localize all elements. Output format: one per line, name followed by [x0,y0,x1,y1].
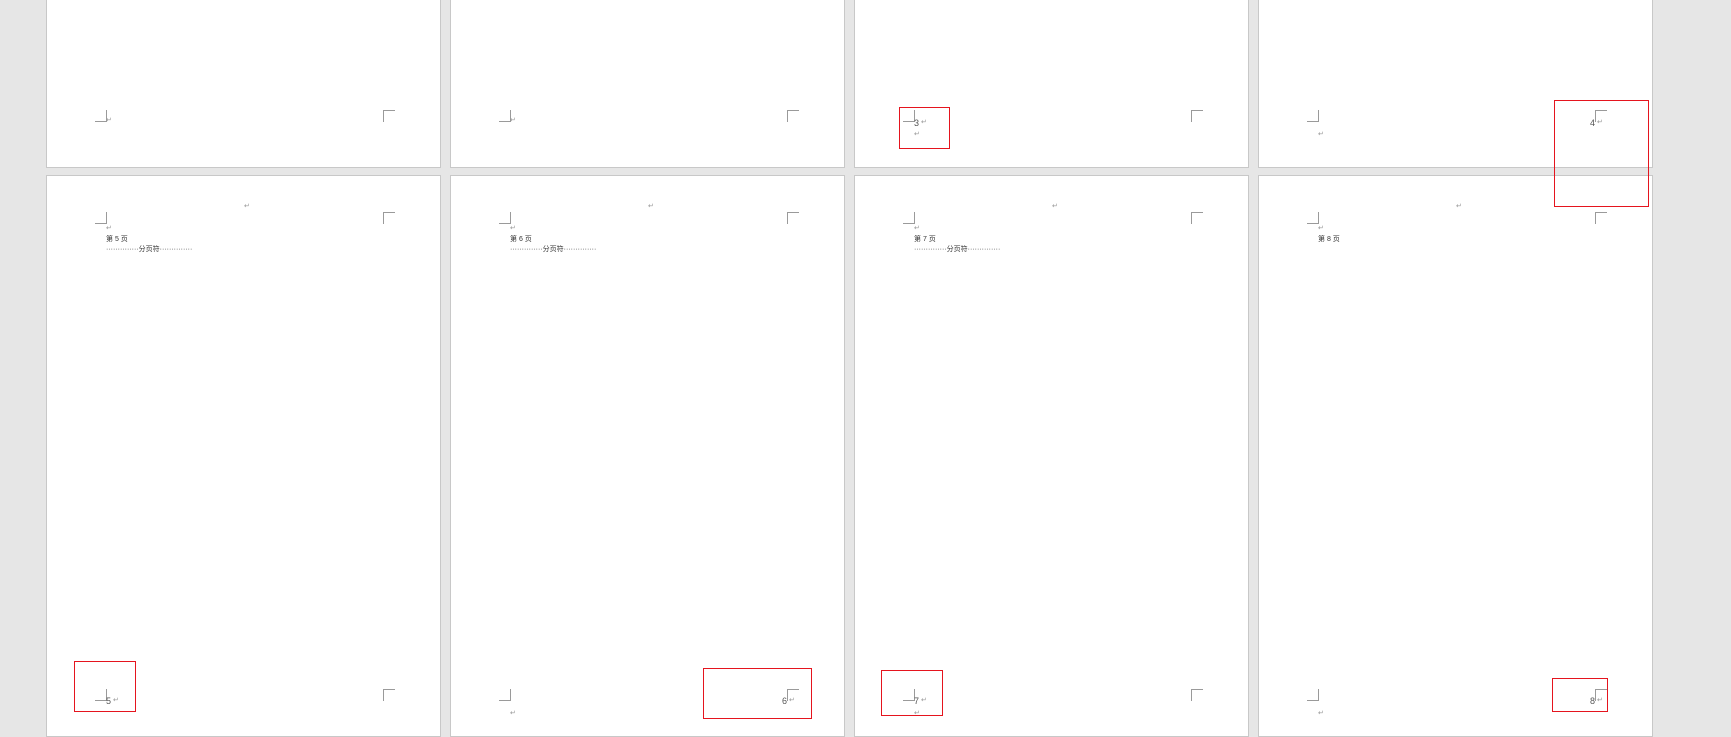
page-8: ↵ ↵ 第 8 页 ↵ 8 ↵ [1258,175,1653,737]
paragraph-mark: ↵ [914,225,920,232]
crop-mark [1307,110,1319,122]
page-heading: 第 5 页 [106,236,128,243]
highlight-box-page-8 [1552,678,1608,712]
crop-mark [1191,689,1203,701]
crop-mark [383,212,395,224]
paragraph-mark: ↵ [1052,203,1058,210]
crop-mark [95,212,107,224]
page-heading: 第 7 页 [914,236,936,243]
page-2: ↵ [450,0,845,168]
crop-mark [903,212,915,224]
page-break-line: ··············分页符·············· [510,246,597,253]
page-7: ↵ ↵ 第 7 页 ··············分页符·············… [854,175,1249,737]
crop-mark [1595,212,1607,224]
paragraph-mark: ↵ [1318,710,1324,717]
paragraph-mark: ↵ [1318,131,1324,138]
highlight-box-page-7 [881,670,943,716]
crop-mark [1191,212,1203,224]
paragraph-mark: ↵ [648,203,654,210]
highlight-box-page-3 [899,107,950,149]
paragraph-mark: ↵ [106,117,112,124]
highlight-box-page-6 [703,668,812,719]
crop-mark [787,212,799,224]
crop-mark [383,110,395,122]
paragraph-mark: ↵ [106,225,112,232]
page-6: ↵ ↵ 第 6 页 ··············分页符·············… [450,175,845,737]
crop-mark [499,689,511,701]
crop-mark [1307,212,1319,224]
page-heading: 第 6 页 [510,236,532,243]
page-1: ↵ [46,0,441,168]
crop-mark [1191,110,1203,122]
paragraph-mark: ↵ [1318,225,1324,232]
paragraph-mark: ↵ [510,710,516,717]
paragraph-mark: ↵ [510,225,516,232]
highlight-box-page-5 [74,661,136,712]
crop-mark [1307,689,1319,701]
paragraph-mark: ↵ [1456,203,1462,210]
crop-mark [787,110,799,122]
highlight-box-page-4 [1554,100,1649,207]
crop-mark [499,212,511,224]
paragraph-mark: ↵ [510,117,516,124]
page-heading: 第 8 页 [1318,236,1340,243]
page-break-line: ··············分页符·············· [914,246,1001,253]
page-5: ↵ ↵ 第 5 页 ··············分页符·············… [46,175,441,737]
crop-mark [383,689,395,701]
paragraph-mark: ↵ [244,203,250,210]
page-break-line: ··············分页符·············· [106,246,193,253]
